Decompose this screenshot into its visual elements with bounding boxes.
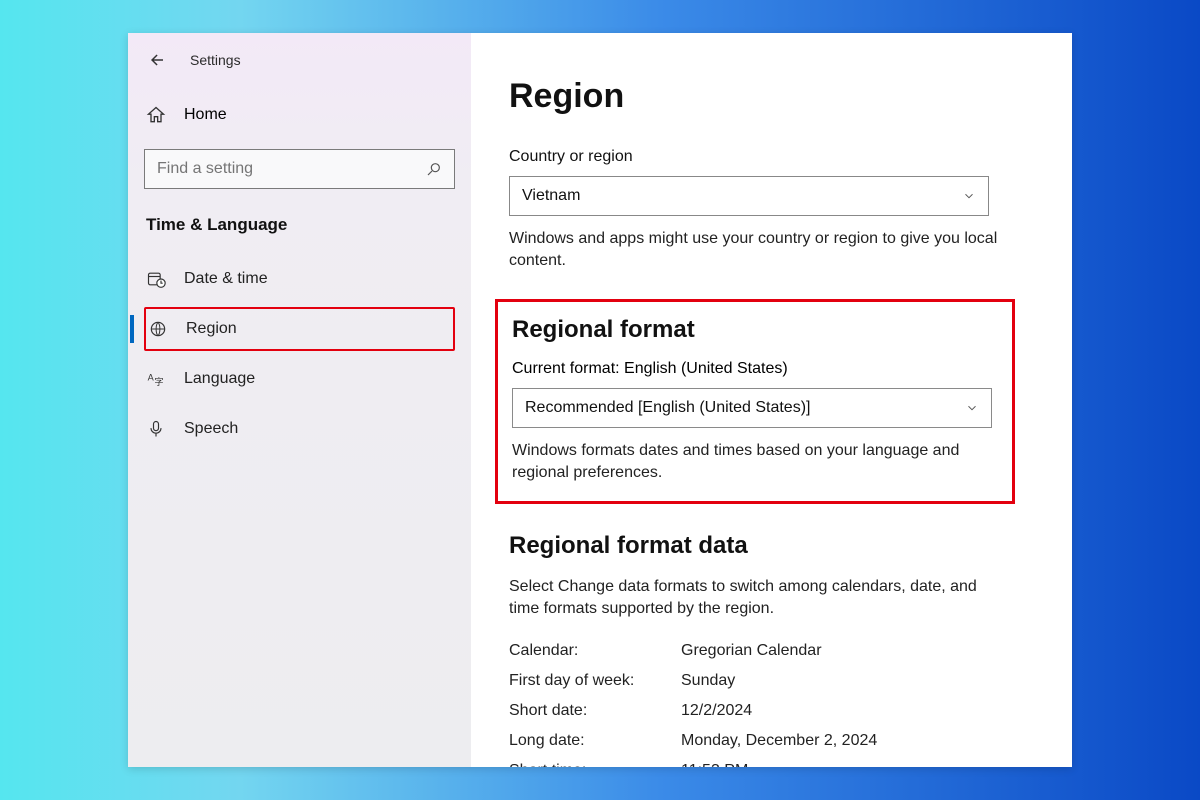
main-content: Region Country or region Vietnam Windows… [471, 33, 1072, 767]
table-row: Short date:12/2/2024 [509, 696, 1034, 726]
table-row: Short time:11:53 PM [509, 756, 1034, 767]
chevron-down-icon [962, 189, 976, 203]
row-key: Calendar: [509, 642, 681, 660]
back-button[interactable] [148, 51, 166, 69]
nav-item-label: Date & time [184, 270, 268, 288]
row-key: First day of week: [509, 672, 681, 690]
section-country: Country or region Vietnam Windows and ap… [509, 148, 1034, 271]
nav-item-date-time[interactable]: Date & time [144, 257, 455, 301]
globe-icon [148, 319, 168, 339]
current-format-prefix: Current format: [512, 360, 620, 377]
country-help: Windows and apps might use your country … [509, 228, 999, 271]
arrow-left-icon [148, 51, 166, 69]
search-icon [426, 161, 442, 177]
regional-format-select-value: Recommended [English (United States)] [525, 399, 810, 417]
row-key: Short date: [509, 702, 681, 720]
country-select-value: Vietnam [522, 187, 580, 205]
regional-format-help: Windows formats dates and times based on… [512, 440, 998, 483]
format-data-table: Calendar:Gregorian Calendar First day of… [509, 636, 1034, 767]
microphone-icon [146, 419, 166, 439]
current-format-value: English (United States) [624, 360, 788, 377]
home-icon [146, 105, 166, 125]
country-label: Country or region [509, 148, 1034, 166]
nav-item-region[interactable]: Region [144, 307, 455, 351]
table-row: First day of week:Sunday [509, 666, 1034, 696]
search-input[interactable] [157, 160, 426, 178]
table-row: Calendar:Gregorian Calendar [509, 636, 1034, 666]
nav-item-label: Region [186, 320, 237, 338]
section-regional-format: Regional format Current format: English … [495, 299, 1015, 504]
home-label: Home [184, 106, 227, 124]
row-value: 12/2/2024 [681, 702, 752, 720]
regional-format-select[interactable]: Recommended [English (United States)] [512, 388, 992, 428]
chevron-down-icon [965, 401, 979, 415]
row-value: Monday, December 2, 2024 [681, 732, 877, 750]
sidebar-nav: Date & time Region A字 Language Speech [144, 257, 455, 451]
language-icon: A字 [146, 369, 166, 389]
sidebar-header: Settings [144, 51, 455, 69]
window-title: Settings [190, 52, 241, 68]
row-value: Sunday [681, 672, 735, 690]
current-format-line: Current format: English (United States) [512, 360, 998, 378]
row-value: Gregorian Calendar [681, 642, 822, 660]
regional-format-title: Regional format [512, 316, 998, 344]
page-title: Region [509, 77, 1034, 116]
nav-item-speech[interactable]: Speech [144, 407, 455, 451]
sidebar-category: Time & Language [144, 215, 455, 235]
search-box[interactable] [144, 149, 455, 189]
nav-item-label: Speech [184, 420, 238, 438]
country-select[interactable]: Vietnam [509, 176, 989, 216]
svg-text:字: 字 [154, 376, 163, 387]
format-data-title: Regional format data [509, 532, 1034, 560]
row-key: Long date: [509, 732, 681, 750]
nav-item-language[interactable]: A字 Language [144, 357, 455, 401]
sidebar: Settings Home Time & Language Date & tim… [128, 33, 471, 767]
row-value: 11:53 PM [681, 762, 748, 767]
settings-window: Settings Home Time & Language Date & tim… [128, 33, 1072, 767]
section-format-data: Regional format data Select Change data … [509, 532, 1034, 767]
home-nav[interactable]: Home [144, 97, 455, 133]
clock-calendar-icon [146, 269, 166, 289]
nav-item-label: Language [184, 370, 255, 388]
row-key: Short time: [509, 762, 681, 767]
table-row: Long date:Monday, December 2, 2024 [509, 726, 1034, 756]
format-data-intro: Select Change data formats to switch amo… [509, 576, 999, 619]
